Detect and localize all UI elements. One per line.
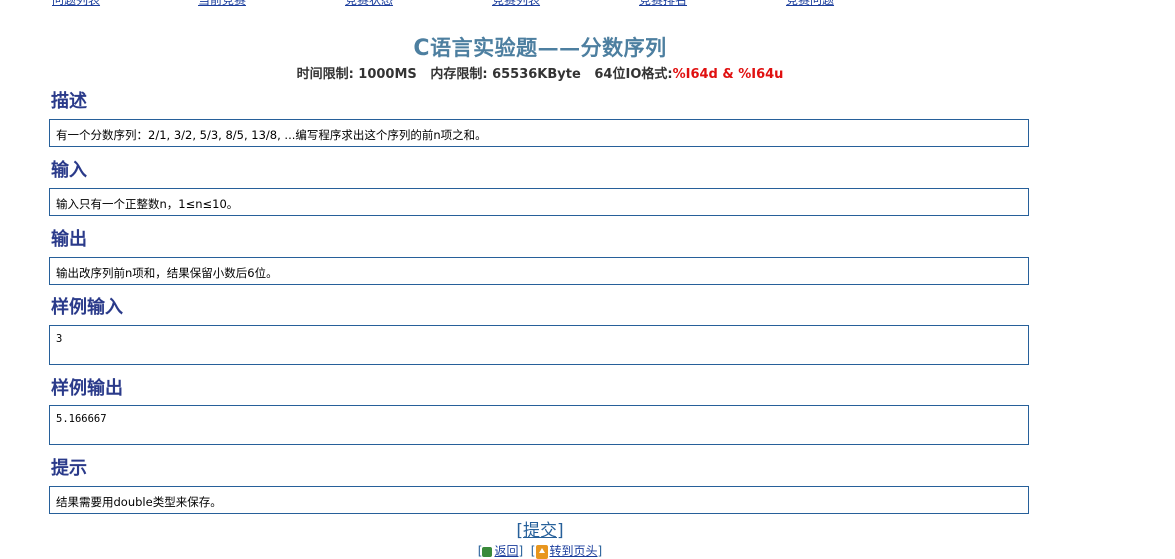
sample-output-heading: 样例输出 bbox=[51, 378, 123, 399]
nav-problem-list[interactable]: 问题列表 bbox=[52, 0, 100, 8]
submit-line: [提交] bbox=[0, 516, 1080, 541]
io-format-value: %I64d & %I64u bbox=[672, 67, 784, 82]
back-icon bbox=[482, 546, 493, 557]
input-text: 输入只有一个正整数n，1≤n≤10。 bbox=[56, 197, 239, 211]
submit-link[interactable]: 提交 bbox=[523, 521, 557, 541]
output-text: 输出改序列前n项和，结果保留小数后6位。 bbox=[56, 266, 278, 280]
sample-input-text: 3 bbox=[56, 333, 63, 345]
description-box: 有一个分数序列：2/1, 3/2, 5/3, 8/5, 13/8, ...编写程… bbox=[49, 119, 1029, 147]
go-top-icon bbox=[535, 544, 548, 559]
io-format-label: 64位IO格式: bbox=[594, 67, 673, 82]
description-heading: 描述 bbox=[51, 91, 87, 112]
nav-contest-status[interactable]: 竞赛状态 bbox=[345, 0, 393, 8]
hint-heading: 提示 bbox=[51, 458, 87, 479]
back-link[interactable]: 返回 bbox=[494, 544, 518, 558]
hint-box: 结果需要用double类型来保存。 bbox=[49, 486, 1029, 514]
submit-bracket-close: ] bbox=[557, 521, 564, 541]
go-top-link[interactable]: 转到页头 bbox=[550, 544, 598, 558]
hint-text: 结果需要用double类型来保存。 bbox=[56, 495, 222, 509]
nav-current-contest[interactable]: 当前竞赛 bbox=[198, 0, 246, 8]
nav-contest-list[interactable]: 竞赛列表 bbox=[492, 0, 540, 8]
sample-output-box: 5.166667 bbox=[49, 405, 1029, 445]
title-prefix: C bbox=[413, 36, 431, 61]
input-box: 输入只有一个正整数n，1≤n≤10。 bbox=[49, 188, 1029, 216]
nav-contest-rank[interactable]: 竞赛排名 bbox=[639, 0, 687, 8]
page-title: C语言实验题——分数序列 bbox=[0, 32, 1080, 62]
submit-bracket-open: [ bbox=[516, 521, 523, 541]
top-nav: 问题列表 当前竞赛 竞赛状态 竞赛列表 竞赛排名 竞赛问题 bbox=[0, 0, 1175, 8]
output-heading: 输出 bbox=[51, 229, 87, 250]
memory-limit: 内存限制: 65536KByte bbox=[430, 67, 581, 82]
sample-input-box: 3 bbox=[49, 325, 1029, 365]
output-box: 输出改序列前n项和，结果保留小数后6位。 bbox=[49, 257, 1029, 285]
sample-input-heading: 样例输入 bbox=[51, 297, 123, 318]
sample-output-text: 5.166667 bbox=[56, 413, 107, 425]
title-text: 语言实验题——分数序列 bbox=[430, 35, 667, 60]
description-text: 有一个分数序列：2/1, 3/2, 5/3, 8/5, 13/8, ...编写程… bbox=[56, 128, 487, 142]
time-limit: 时间限制: 1000MS bbox=[296, 67, 417, 82]
input-heading: 输入 bbox=[51, 160, 87, 181]
nav-contest-problems[interactable]: 竞赛问题 bbox=[786, 0, 834, 8]
limits-line: 时间限制: 1000MS 内存限制: 65536KByte 64位IO格式:%I… bbox=[0, 63, 1080, 82]
